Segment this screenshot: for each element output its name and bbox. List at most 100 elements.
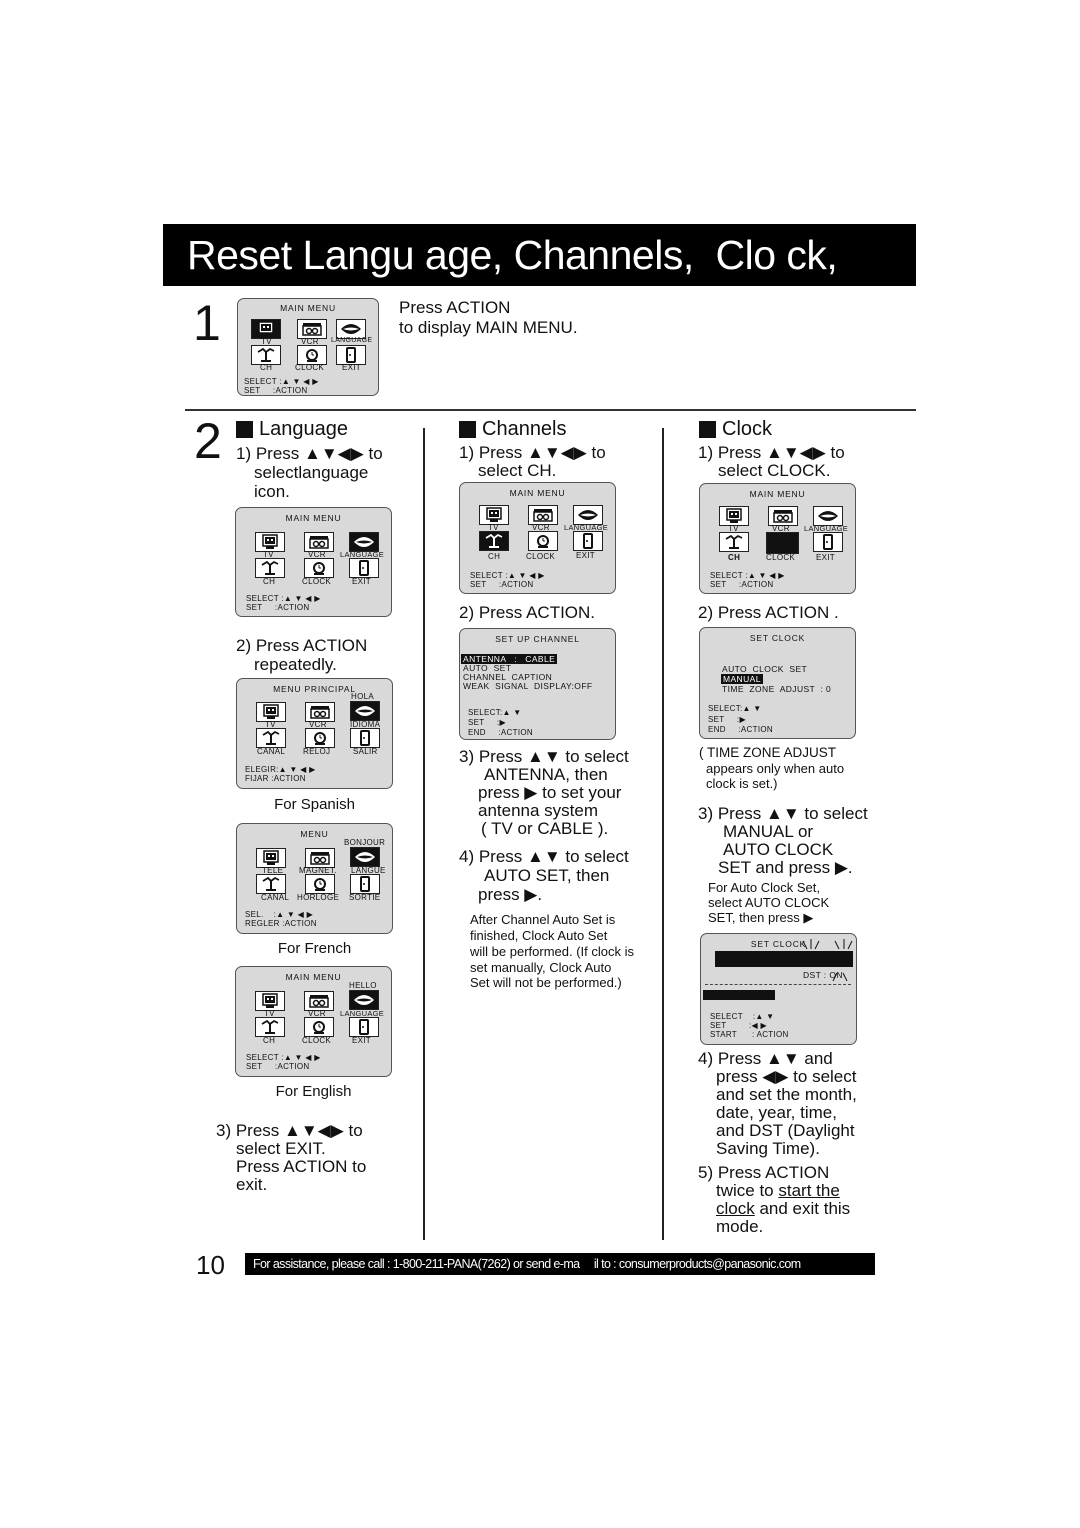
set-hint: SET :▶ [468, 718, 506, 727]
step-1-number: 1 [193, 295, 221, 351]
exit-door-icon [350, 728, 380, 748]
set-hint: FIJAR :ACTION [245, 774, 306, 783]
ch-label: CH [728, 553, 741, 562]
select-hint: SELECT :▲ ▼ ◀ ▶ [246, 1053, 321, 1062]
channels-heading: Channels [459, 418, 567, 441]
channels-step3-l5: ( TV or CABLE ). [481, 819, 609, 838]
clock-label: HORLOGE [297, 893, 340, 902]
tv-icon [255, 532, 285, 552]
caption-spanish: For Spanish [274, 796, 355, 813]
caption-english: For English [275, 1083, 352, 1100]
antenna-icon [719, 532, 749, 552]
vcr-icon [297, 319, 327, 339]
osd-main-menu-ch-selected: MAIN MENU TV VCR LANGUAGE CH CLOCK EXIT … [459, 482, 616, 594]
osd-title: MAIN MENU [509, 488, 566, 498]
clock-step5-l4: mode. [716, 1217, 764, 1236]
column-divider [423, 428, 425, 1240]
set-hint: REGLER :ACTION [245, 919, 317, 928]
language-lips-icon [573, 505, 603, 525]
alarm-clock-icon [304, 1017, 334, 1037]
square-bullet-icon [459, 421, 476, 438]
select-hint: SELECT :▲ ▼ ◀ ▶ [244, 377, 319, 386]
osd-menu-french: MENU BONJOUR TELE MAGNET. LANGUE CANAL H… [236, 823, 393, 934]
language-step3-l4: exit. [236, 1175, 268, 1194]
channels-step3-l4: antenna system [478, 801, 599, 820]
language-lips-icon [336, 319, 366, 339]
language-lips-icon [813, 506, 843, 526]
set-hint: SET :ACTION [246, 1062, 310, 1071]
time-zone-field-redacted [703, 990, 775, 1000]
tv-icon [479, 505, 509, 525]
date-time-field-redacted [715, 951, 853, 967]
language-lips-icon [349, 990, 379, 1010]
exit-label: EXIT [576, 551, 595, 560]
osd-menu-english: MAIN MENU HELLO TV VCR LANGUAGE CH CLOCK… [235, 966, 392, 1077]
step-2-number: 2 [194, 413, 222, 469]
tz-note-l2: appears only when auto [706, 761, 845, 776]
channels-step3-l2: ANTENNA, then [484, 765, 608, 784]
greeting-label: BONJOUR [344, 838, 386, 847]
set-hint: SET :ACTION [710, 580, 774, 589]
clock-label: CLOCK [766, 553, 796, 562]
osd-title: MAIN MENU [285, 513, 342, 523]
step5-text: twice to [716, 1181, 779, 1200]
tz-note-l1: ( TIME ZONE ADJUST [699, 745, 837, 760]
manual-option-highlighted: MANUAL [721, 674, 763, 684]
osd-main-menu-clock-selected: MAIN MENU TV VCR LANGUAGE CH CLOCK EXIT … [699, 483, 856, 594]
alarm-clock-icon [305, 728, 335, 748]
clock-step3-l3: AUTO CLOCK [723, 840, 834, 859]
language-heading-text: Language [259, 418, 348, 440]
channels-step1-l2: select CH. [478, 461, 557, 480]
exit-label: EXIT [352, 577, 371, 586]
language-step1-l1: 1) Press ▲▼◀▶ to [236, 444, 383, 463]
dashed-separator [705, 984, 851, 985]
antenna-icon [255, 558, 285, 578]
select-hint: SEL. :▲ ▼ ◀ ▶ [245, 910, 314, 919]
select-hint: SELECT :▲ ▼ ◀ ▶ [710, 571, 785, 580]
language-step1-l2: selectlanguage [254, 463, 369, 482]
language-step3-l1: 3) Press ▲▼◀▶ to [216, 1121, 363, 1140]
language-step2-l2: repeatedly. [254, 655, 337, 674]
tz-note-l3: clock is set.) [706, 776, 778, 791]
step1-line2: to display MAIN MENU. [399, 318, 578, 337]
set-hint: SET :◀ ▶ [710, 1021, 767, 1030]
clock-step4-l3: and set the month, [716, 1085, 857, 1104]
select-hint: SELECT :▲ ▼ [710, 1012, 775, 1021]
column-divider [662, 428, 664, 1240]
tv-icon [256, 702, 286, 722]
alarm-clock-icon [528, 531, 558, 551]
clock-label: CLOCK [526, 552, 556, 561]
antenna-icon [255, 1017, 285, 1037]
time-zone-adjust-option: TIME ZONE ADJUST : 0 [722, 684, 832, 694]
antenna-icon [256, 728, 286, 748]
ch-label: CH [488, 552, 501, 561]
clock-step3-l1: 3) Press ▲▼ to select [698, 804, 868, 823]
clock-heading-text: Clock [722, 418, 773, 440]
channels-step2: 2) Press ACTION. [459, 603, 596, 622]
clock-step4-l2: press ◀▶ to select [716, 1067, 857, 1086]
exit-door-icon [349, 558, 379, 578]
osd-main-menu-language-selected: MAIN MENU TV VCR LANGUAGE CH CLOCK EXIT … [235, 507, 392, 617]
select-hint: SELECT:▲ ▼ [468, 708, 522, 717]
language-heading: Language [236, 418, 348, 441]
tv-icon [719, 506, 749, 526]
clock-step2: 2) Press ACTION . [698, 603, 839, 622]
vcr-icon [304, 532, 334, 552]
clock-step5-l2: twice to start the [716, 1181, 840, 1200]
tv-icon [251, 319, 281, 339]
language-lips-icon [350, 847, 380, 867]
set-hint: SET :▶ [708, 715, 746, 724]
channels-note-l4: set manually, Clock Auto [470, 960, 612, 975]
auto-note-l3: SET, then press ▶ [708, 910, 814, 925]
ch-label: CANAL [257, 747, 286, 756]
clock-step3-l2: MANUAL or [723, 822, 814, 841]
greeting-label: HOLA [351, 692, 374, 701]
dst-readout: DST : ON [803, 970, 843, 980]
exit-door-icon [350, 874, 380, 894]
set-hint: SET :ACTION [470, 580, 534, 589]
alarm-clock-icon [305, 874, 335, 894]
exit-label: EXIT [352, 1036, 371, 1045]
language-label: LANGUAGE [331, 337, 373, 344]
select-hint: SELECT :▲ ▼ ◀ ▶ [246, 594, 321, 603]
osd-menu-spanish: MENU PRINCIPAL HOLA TV VCR IDIOMA CANAL … [236, 678, 393, 789]
